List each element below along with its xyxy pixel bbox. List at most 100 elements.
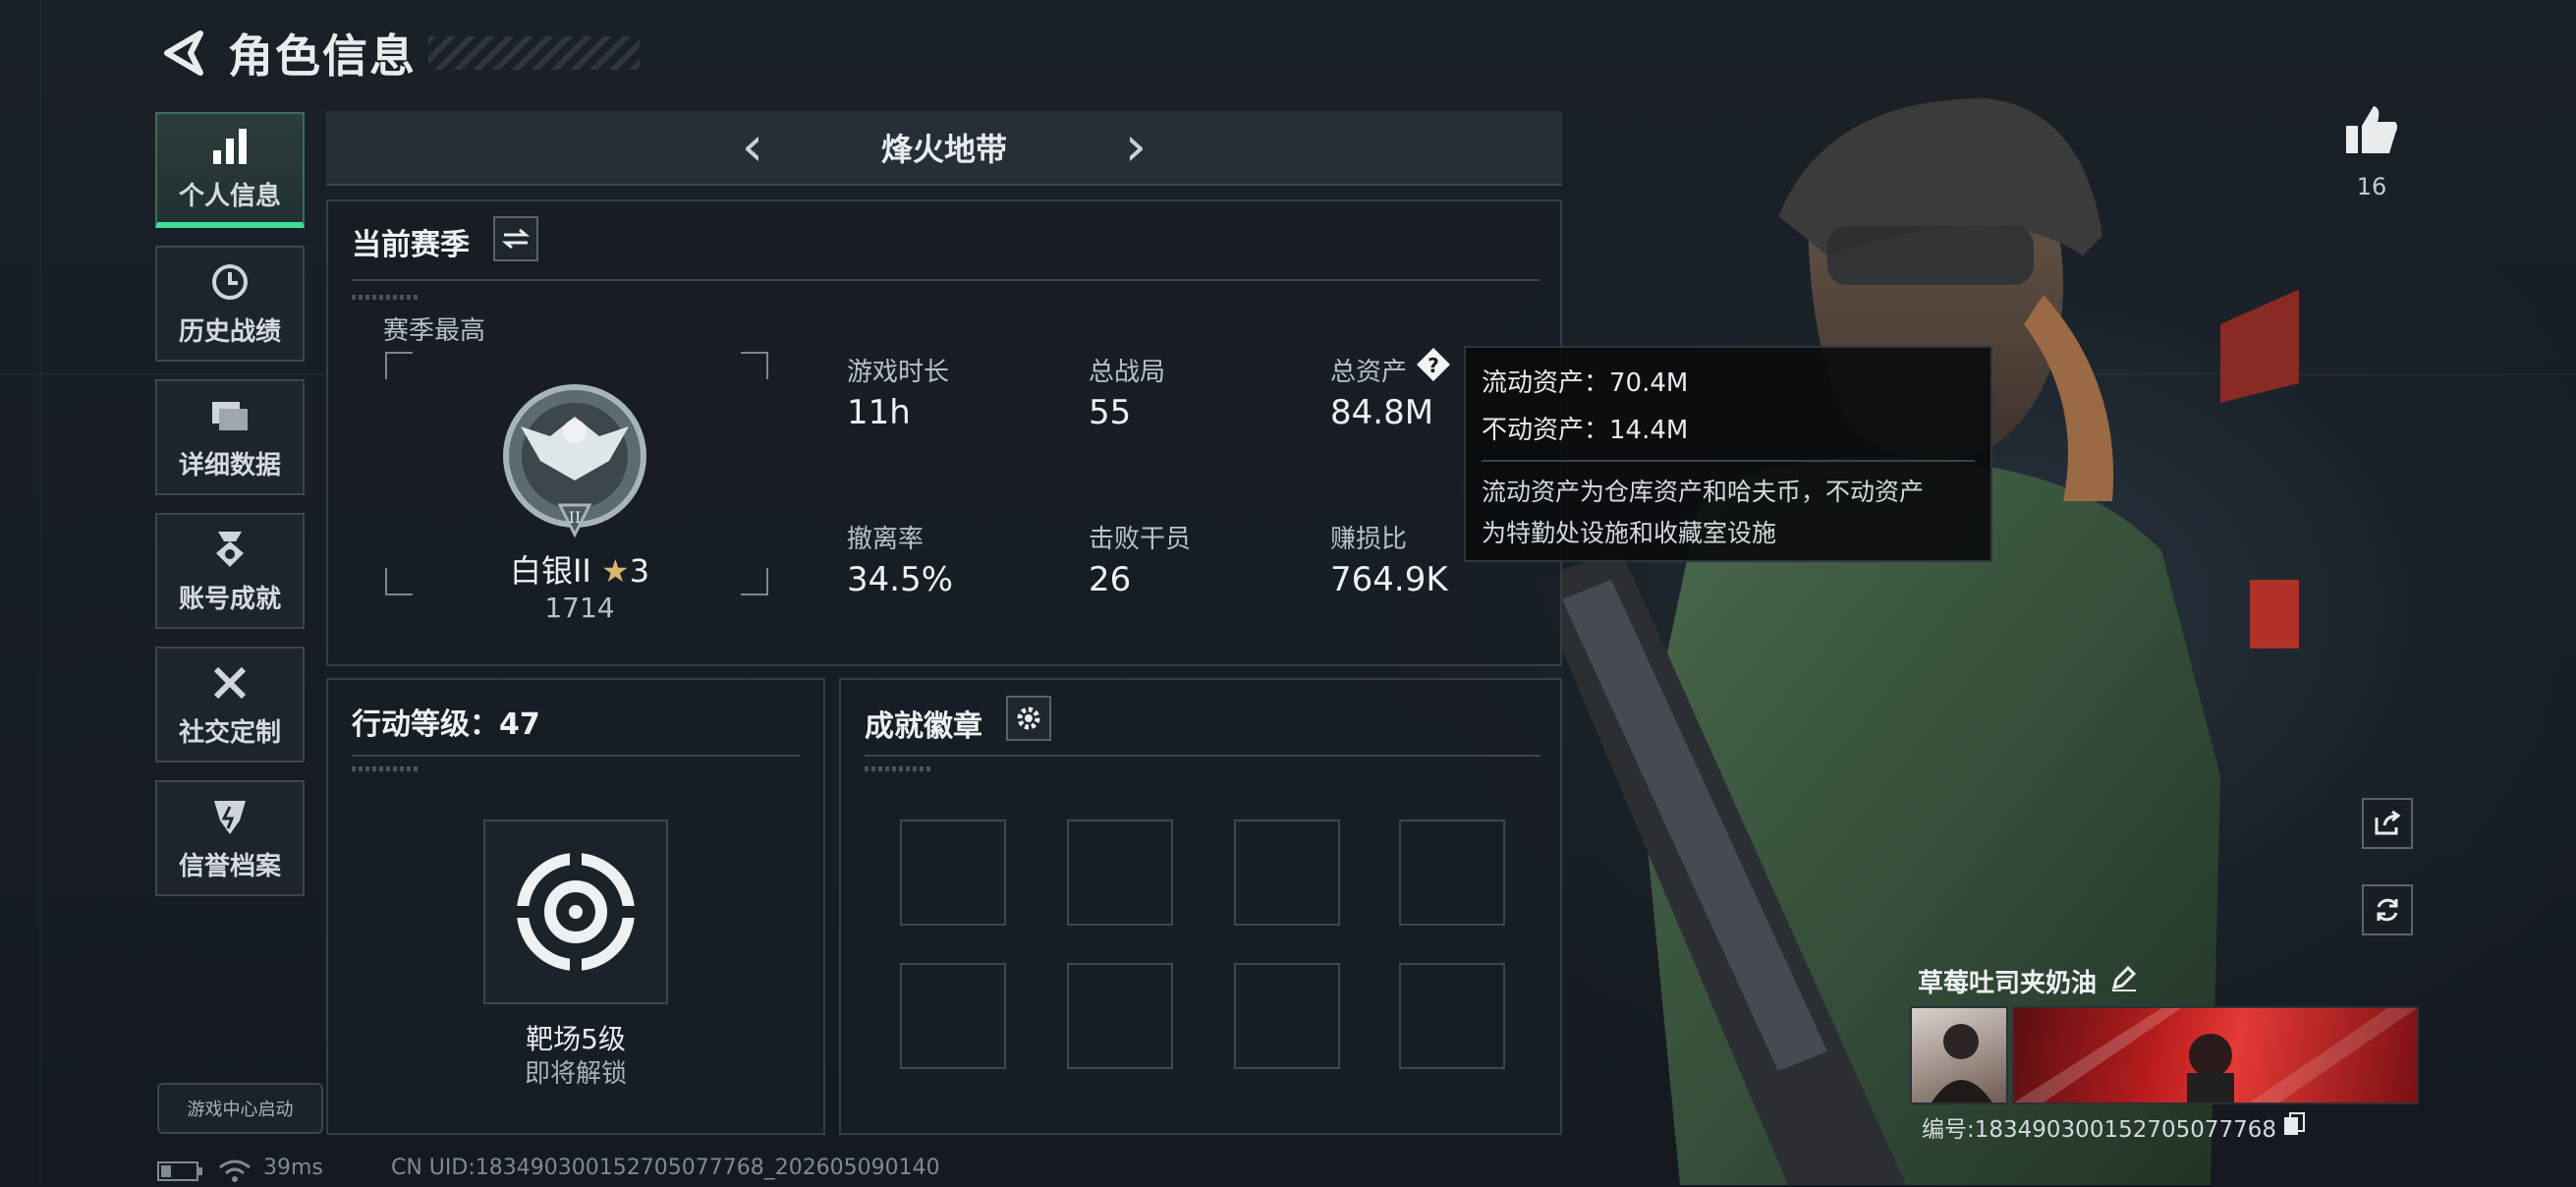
stat-value: 26 <box>1089 560 1132 599</box>
page-header: 角色信息 <box>157 22 640 85</box>
uid-text: CN UID:1834903001527050777​68_2026050901… <box>391 1156 940 1180</box>
badge-slot[interactable] <box>1234 820 1340 926</box>
shield-badge-icon <box>208 795 252 838</box>
badge-slot[interactable] <box>1234 963 1340 1069</box>
copy-icon <box>2284 1112 2306 1135</box>
sidebar-item-achievements[interactable]: 账号成就 <box>155 513 305 629</box>
sidebar-item-detail-data[interactable]: 详细数据 <box>155 379 305 495</box>
tooltip-liquid-assets: 流动资产：70.4M <box>1482 368 1689 398</box>
name-card-banner[interactable] <box>2012 1006 2419 1104</box>
sidebar-item-label: 社交定制 <box>178 717 281 748</box>
nickname: 草莓吐司夹奶油 <box>1918 969 2098 998</box>
range-level-name: 靶场5级 <box>526 1023 626 1055</box>
page-title: 角色信息 <box>228 29 417 83</box>
sidebar-item-personal-info[interactable]: 个人信息 <box>155 112 305 228</box>
back-button[interactable] <box>157 28 208 79</box>
season-switch-button[interactable] <box>493 216 538 261</box>
player-id: 编号:1834903001527050777​68 <box>1922 1117 2277 1143</box>
nickname-row: 草莓吐司夹奶油 <box>1918 963 2138 999</box>
frame-corner <box>741 568 768 595</box>
badges-settings-button[interactable] <box>1006 696 1051 741</box>
sidebar-item-label: 个人信息 <box>178 181 281 211</box>
history-clock-icon <box>208 260 252 304</box>
next-mode-button[interactable]: › <box>1106 120 1165 175</box>
rank-stars: 3 <box>629 552 650 590</box>
mode-switcher: ‹ 烽火地带 › <box>326 111 1562 186</box>
stat-label: 总战局 <box>1089 358 1166 387</box>
rank-name: 白银II <box>509 552 591 590</box>
asset-help-button[interactable]: ? <box>1415 346 1452 383</box>
season-title: 当前赛季 <box>352 228 470 262</box>
section-divider <box>352 279 1540 281</box>
badges-title: 成就徽章 <box>865 709 982 744</box>
sidebar-item-label: 账号成就 <box>178 584 281 614</box>
sidebar-item-history[interactable]: 历史战绩 <box>155 246 305 362</box>
avatar[interactable] <box>1910 1006 2008 1104</box>
mode-name: 烽火地带 <box>880 131 1007 168</box>
svg-text:II: II <box>569 508 582 527</box>
rank-emblem-icon: II <box>503 384 646 538</box>
badge-slot[interactable] <box>900 820 1006 926</box>
sidebar-item-reputation[interactable]: 信誉档案 <box>155 780 305 896</box>
stat-label: 总资产 <box>1330 358 1408 387</box>
tools-icon <box>208 661 252 705</box>
badge-slot[interactable] <box>1399 963 1505 1069</box>
section-divider <box>865 755 1540 757</box>
refresh-button[interactable] <box>2362 884 2413 935</box>
tooltip-description-1: 流动资产为仓库资产和哈夫币，不动资产 <box>1482 478 1925 506</box>
tooltip-description-2: 为特勤处设施和收藏室设施 <box>1482 519 1777 547</box>
copy-id-button[interactable] <box>2282 1111 2306 1143</box>
banner-art-icon <box>2014 1008 2417 1102</box>
tooltip-divider <box>1482 460 1975 462</box>
badge-slot[interactable] <box>900 963 1006 1069</box>
share-icon <box>2375 810 2401 835</box>
action-level-title: 行动等级：47 <box>352 707 540 742</box>
range-level-status: 即将解锁 <box>524 1059 627 1089</box>
sidebar-item-label: 信誉档案 <box>178 851 281 881</box>
section-divider <box>352 755 800 757</box>
stat-label: 撤离率 <box>847 525 924 554</box>
stat-label: 赚损比 <box>1330 525 1408 554</box>
badge-slot[interactable] <box>1067 820 1173 926</box>
player-id-row: 编号:1834903001527050777​68 <box>1922 1110 2306 1144</box>
star-icon: ★ <box>601 552 630 590</box>
target-icon <box>515 851 637 973</box>
decoration-stripe <box>352 295 420 300</box>
help-question-icon: ? <box>1417 348 1450 381</box>
badge-slot[interactable] <box>1399 820 1505 926</box>
thumbs-up-icon <box>2346 106 2397 153</box>
badge-slot[interactable] <box>1067 963 1173 1069</box>
like-button[interactable] <box>2342 104 2401 159</box>
rank-points: 1714 <box>544 592 615 624</box>
game-center-badge[interactable]: 游戏中心启动 <box>157 1083 323 1134</box>
stat-value: 11h <box>847 393 911 432</box>
title-decoration <box>428 36 640 70</box>
range-level-item[interactable] <box>483 820 668 1004</box>
sidebar-item-social[interactable]: 社交定制 <box>155 647 305 763</box>
season-best-label: 赛季最高 <box>383 316 486 346</box>
share-button[interactable] <box>2362 798 2413 849</box>
like-count: 16 <box>2356 173 2387 200</box>
bg-grid-line <box>39 0 41 1185</box>
back-arrow-icon <box>164 30 203 76</box>
edit-name-button[interactable] <box>2110 964 2138 998</box>
stat-value: 84.8M <box>1330 393 1434 432</box>
rank-title: 白银II ★3 <box>462 546 698 592</box>
game-center-label: 游戏中心启动 <box>187 1100 294 1120</box>
swap-icon <box>502 228 530 250</box>
decoration-stripe <box>865 766 933 771</box>
decoration-stripe <box>352 766 420 771</box>
folders-icon <box>208 394 252 437</box>
sidebar-item-label: 详细数据 <box>178 450 281 480</box>
stat-label: 击败干员 <box>1089 525 1192 554</box>
pencil-icon <box>2111 965 2137 991</box>
prev-mode-button[interactable]: ‹ <box>723 120 782 175</box>
stat-label: 游戏时长 <box>847 358 950 387</box>
battery-icon <box>157 1161 204 1185</box>
achievement-medal-icon <box>208 528 252 571</box>
sidebar-item-label: 历史战绩 <box>178 316 281 347</box>
stat-value: 34.5% <box>847 560 954 599</box>
gear-icon <box>1017 707 1040 730</box>
sidebar: 个人信息 历史战绩 详细数据 账号成就 社交定制 信誉档案 <box>155 112 305 914</box>
frame-corner <box>385 568 413 595</box>
